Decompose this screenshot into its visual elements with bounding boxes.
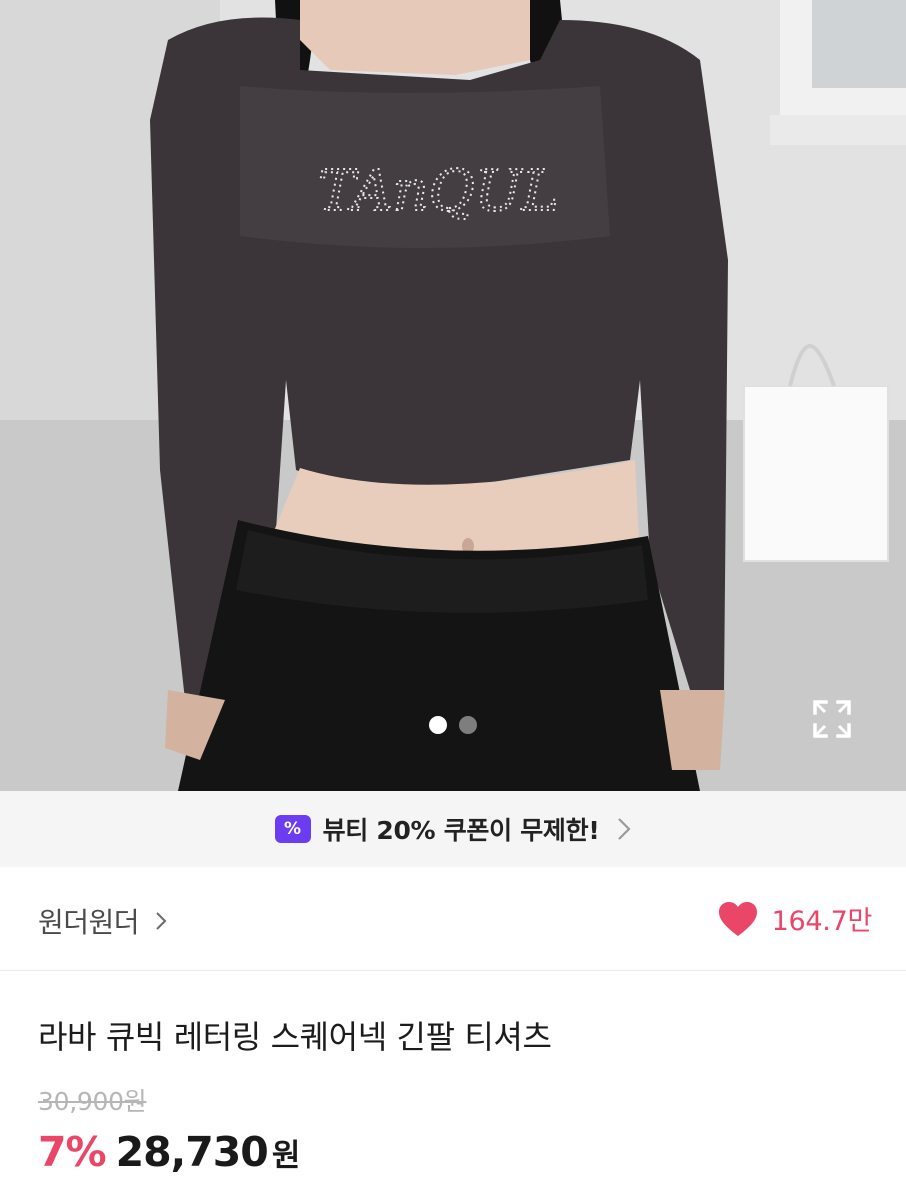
coupon-banner[interactable]: % 뷰티 20% 쿠폰이 무제한! (0, 791, 906, 867)
chevron-right-icon (156, 912, 167, 930)
gallery-pagination (0, 716, 906, 734)
shirt-print-text: TAnQUL (318, 159, 559, 224)
expand-icon[interactable] (812, 699, 852, 739)
discount-rate: 7% (38, 1128, 107, 1176)
store-name: 원더원더 (38, 906, 140, 939)
coupon-percent-icon: % (274, 815, 311, 843)
store-row: 원더원더 164.7만 (0, 867, 906, 971)
product-image-gallery[interactable]: TAnQUL (0, 0, 906, 791)
like-count: 164.7만 (771, 906, 873, 937)
currency-unit: 원 (271, 1138, 301, 1174)
product-title: 라바 큐빅 레터링 스퀘어넥 긴팔 티셔츠 (38, 1018, 552, 1056)
sale-price: 28,730 (115, 1128, 269, 1176)
chevron-right-icon (618, 818, 631, 840)
price-row: 7% 28,730 원 (38, 1128, 300, 1176)
coupon-banner-text: 뷰티 20% 쿠폰이 무제한! (322, 816, 600, 845)
like-button[interactable]: 164.7만 (718, 899, 872, 938)
heart-icon (718, 901, 757, 936)
pagination-dot[interactable] (459, 716, 477, 734)
pagination-dot-active[interactable] (429, 716, 447, 734)
original-price: 30,900원 (38, 1087, 147, 1116)
store-link[interactable]: 원더원더 (38, 901, 167, 941)
product-photo: TAnQUL (0, 0, 906, 791)
